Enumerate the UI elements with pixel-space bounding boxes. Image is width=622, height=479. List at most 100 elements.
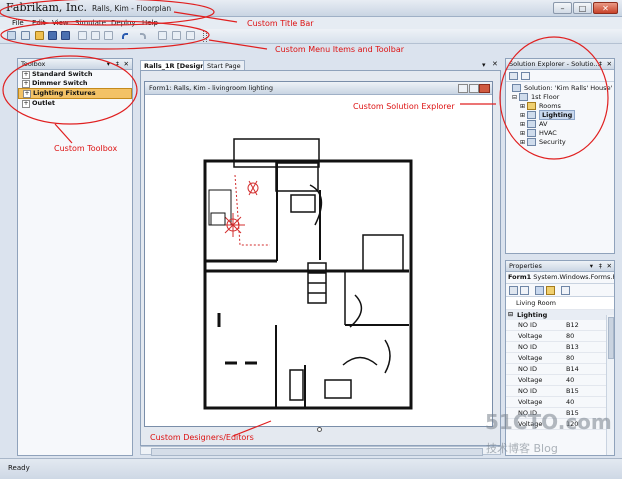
watermark-blog: 技术博客 Blog [486,442,558,455]
property-row[interactable]: NO ID B13 [506,342,614,353]
events-icon[interactable] [546,286,555,295]
tree-label: AV [539,120,548,128]
toolbox-item-standard-switch[interactable]: + Standard Switch [18,70,132,79]
dropdown-icon[interactable]: ▾ [590,261,593,271]
property-value[interactable]: 40 [566,397,574,407]
property-pages-icon[interactable] [535,286,544,295]
menu-simulate[interactable]: Simulate [75,17,106,29]
resize-handle[interactable] [317,427,322,432]
annotation-solution-explorer: Custom Solution Explorer [353,102,455,111]
form-close-icon[interactable] [479,84,490,93]
menu-view[interactable]: View [52,17,69,29]
minimize-button[interactable]: – [553,2,572,14]
navigate-forward-icon[interactable] [172,31,181,40]
annotation-title-bar: Custom Title Bar [247,19,314,28]
properties-icon[interactable] [509,72,518,80]
help-icon[interactable] [561,286,570,295]
annotation-toolbox: Custom Toolbox [54,144,118,153]
form-title-bar: Form1: Ralls, Kim - livingroom lighting [145,82,492,95]
expand-icon[interactable]: + [22,100,30,108]
categorized-icon[interactable] [509,286,518,295]
redo-icon[interactable] [140,33,146,39]
property-row[interactable]: Voltage 40 [506,397,614,408]
start-icon[interactable] [186,31,195,40]
add-item-icon[interactable] [21,31,30,40]
property-value[interactable]: 40 [566,375,574,385]
tree-av[interactable]: ⊞ AV [506,120,614,129]
floorplan-drawing[interactable] [145,95,494,428]
tree-label: Solution: 'Kim Ralls' House' [524,84,613,92]
property-value[interactable]: B15 [566,386,579,396]
designer-scrollbar[interactable] [140,446,501,456]
properties-scroll-thumb[interactable] [608,317,614,359]
tree-label: 1st Floor [531,93,560,101]
new-project-icon[interactable] [7,31,16,40]
maximize-button[interactable]: □ [573,2,592,14]
property-row[interactable]: NO ID B15 [506,386,614,397]
refresh-icon[interactable] [521,72,530,80]
close-icon[interactable]: ✕ [607,261,612,271]
properties-category[interactable]: ⊟ Lighting [506,310,614,320]
tree-security[interactable]: ⊞ Security [506,138,614,147]
dropdown-icon[interactable]: ▾ [107,59,110,69]
menu-edit[interactable]: Edit [32,17,46,29]
tree-solution[interactable]: Solution: 'Kim Ralls' House' [506,84,614,93]
properties-object-selector[interactable]: Form1 System.Windows.Forms.Fo [506,272,614,284]
cut-icon[interactable] [78,31,87,40]
collapse-icon[interactable]: ⊟ [508,310,513,320]
property-row[interactable]: Voltage 40 [506,375,614,386]
properties-scrollbar[interactable] [606,315,614,455]
toolbox-item-dimmer-switch[interactable]: + Dimmer Switch [18,79,132,88]
property-row[interactable]: NO ID B12 [506,320,614,331]
toolbar-grip[interactable] [203,31,207,42]
pin-icon[interactable]: ‡ [599,59,602,69]
property-key: Voltage [518,332,543,340]
menu-file[interactable]: File [12,17,24,29]
property-value[interactable]: B12 [566,320,579,330]
pin-icon[interactable]: ‡ [116,59,119,69]
save-all-icon[interactable] [61,31,70,40]
property-value[interactable]: B13 [566,342,579,352]
expand-icon[interactable]: + [23,90,31,98]
pin-icon[interactable]: ‡ [599,261,602,271]
close-icon[interactable]: ✕ [124,59,129,69]
toolbar [0,29,622,44]
property-value[interactable]: B14 [566,364,579,374]
menu-deploy[interactable]: Deploy [111,17,136,29]
form-maximize-icon[interactable] [469,84,479,93]
form-minimize-icon[interactable] [458,84,468,93]
close-icon[interactable]: ✕ [607,59,612,69]
designer-scroll-thumb[interactable] [151,448,483,456]
property-row[interactable]: Voltage 80 [506,353,614,364]
open-folder-icon[interactable] [35,31,44,40]
property-key: Voltage [518,398,543,406]
undo-icon[interactable] [122,33,128,39]
expand-icon[interactable]: + [22,71,30,79]
expand-icon[interactable]: + [22,80,30,88]
tree-lighting[interactable]: ⊞ Lighting [506,110,614,120]
tree-hvac[interactable]: ⊞ HVAC [506,129,614,138]
property-value[interactable]: 80 [566,353,574,363]
tree-floor[interactable]: ⊟ 1st Floor [506,93,614,102]
alphabetical-icon[interactable] [520,286,529,295]
toolbox-item-lighting-fixtures[interactable]: + Lighting Fixtures [18,88,132,99]
property-row[interactable]: NO ID B14 [506,364,614,375]
tab-dropdown-icon[interactable]: ▾ [482,61,486,69]
property-key: Voltage [518,376,543,384]
menu-help[interactable]: Help [142,17,158,29]
tab-close-icon[interactable]: ✕ [492,60,498,68]
property-row[interactable]: Voltage 80 [506,331,614,342]
close-button[interactable]: ✕ [593,2,618,14]
property-value[interactable]: 80 [566,331,574,341]
copy-icon[interactable] [91,31,100,40]
lighting-fixtures-layer [208,174,270,246]
toolbox-item-outlet[interactable]: + Outlet [18,99,132,108]
properties-living-room[interactable]: Living Room [506,297,614,310]
save-icon[interactable] [48,31,57,40]
tab-start-page[interactable]: Start Page [203,60,245,70]
paste-icon[interactable] [104,31,113,40]
form-window[interactable]: Form1: Ralls, Kim - livingroom lighting [144,81,493,427]
navigate-back-icon[interactable] [158,31,167,40]
properties-object: Form1 [508,273,532,281]
properties-category-label: Lighting [517,311,548,319]
